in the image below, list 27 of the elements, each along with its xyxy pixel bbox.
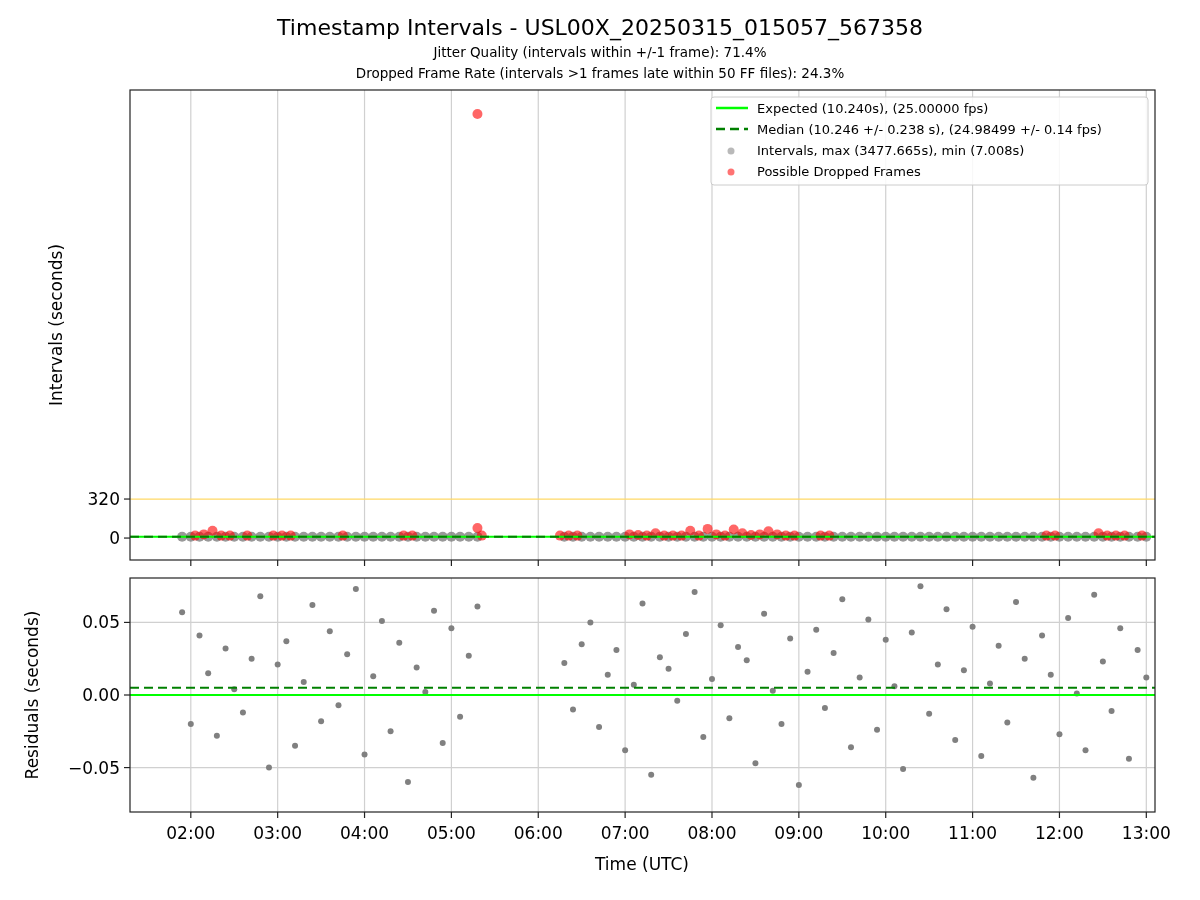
tick-label: −0.05 <box>67 757 120 778</box>
legend-label: Median (10.246 +/- 0.238 s), (24.98499 +/- 0.14 fps) <box>757 122 1102 137</box>
tick-label: 03:00 <box>253 823 303 843</box>
tick-label: 0 <box>109 528 120 549</box>
legend-label: Intervals, max (3477.665s), min (7.008s) <box>757 143 1025 158</box>
legend-label: Possible Dropped Frames <box>757 164 921 179</box>
legend-label: Expected (10.240s), (25.00000 fps) <box>757 101 989 116</box>
chart-subtitle: Dropped Frame Rate (intervals >1 frames late within 50 FF files): 24.3% <box>355 64 845 83</box>
tick-label: 320 <box>87 489 120 510</box>
tick-label: 13:00 <box>1121 823 1171 843</box>
chart-subtitle: Jitter Quality (intervals within +/-1 frame): 71.4% <box>433 43 767 62</box>
tick-label: 09:00 <box>774 823 824 843</box>
tick-label: 0.05 <box>82 612 120 633</box>
tick-label: 04:00 <box>340 823 390 843</box>
tick-label: 10:00 <box>861 823 911 843</box>
tick-label: 0.00 <box>82 685 120 705</box>
tick-label: 06:00 <box>513 823 563 843</box>
tick-label: 12:00 <box>1034 823 1084 843</box>
tick-label: 07:00 <box>600 823 650 843</box>
tick-label: 08:00 <box>687 823 737 843</box>
tick-label: 02:00 <box>166 823 216 843</box>
axis-title: Intervals (seconds) <box>46 243 66 407</box>
axis-title: Residuals (seconds) <box>22 610 42 780</box>
chart-title: Timestamp Intervals - USL00X_20250315_015057_567358 <box>277 14 923 42</box>
tick-label: 05:00 <box>426 823 476 843</box>
tick-label: 11:00 <box>948 823 998 843</box>
axis-title: Time (UTC) <box>595 854 689 874</box>
